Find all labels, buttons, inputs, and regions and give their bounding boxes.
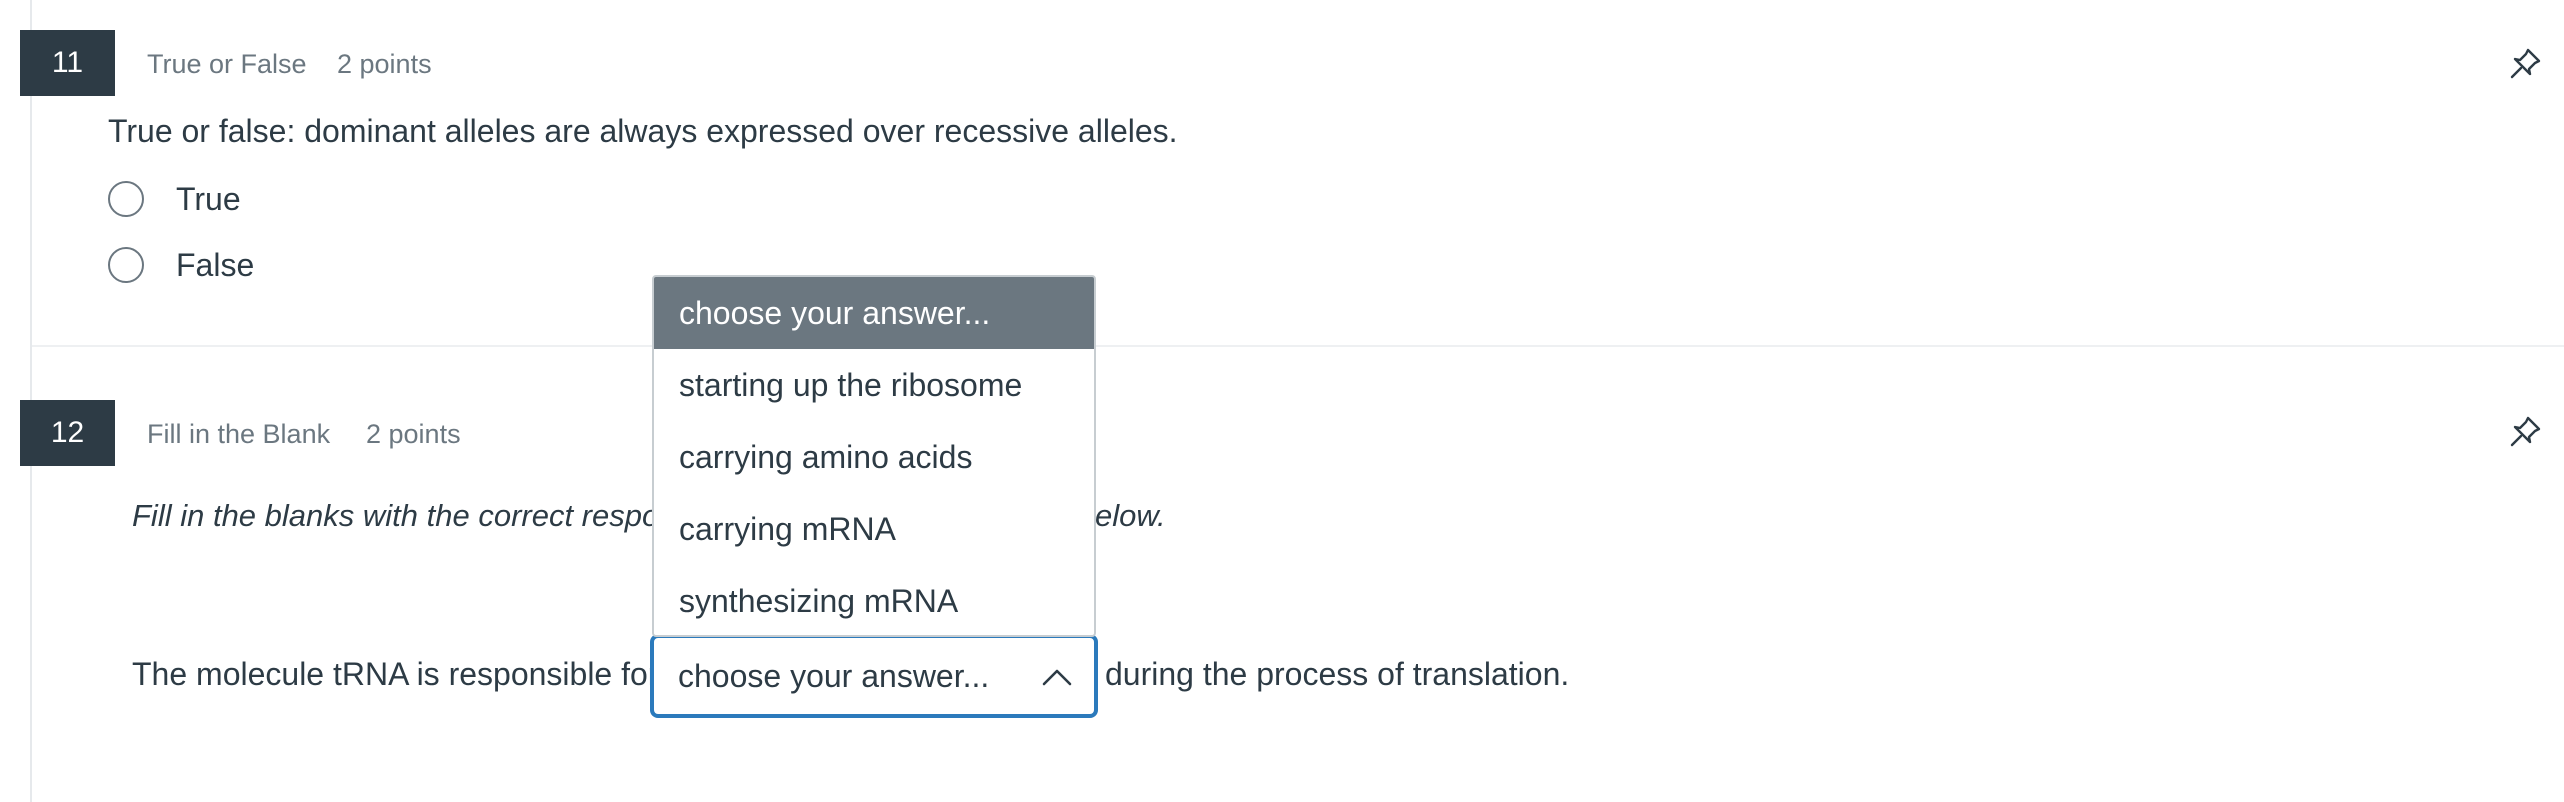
answer-option-false[interactable]: False [108,243,254,287]
radio-button[interactable] [108,247,144,283]
answer-option-true[interactable]: True [108,177,241,221]
chevron-up-icon [1042,669,1072,686]
answer-select[interactable]: choose your answer... [652,636,1096,716]
dropdown-option-placeholder[interactable]: choose your answer... [654,277,1094,349]
dropdown-option-carrying-mrna[interactable]: carrying mRNA [654,493,1094,565]
question-11-type: True or False [147,49,307,79]
sentence-after-blank: during the process of translation. [1105,656,1570,692]
quiz-page: 11 True or False 2 points True or false:… [0,0,2564,802]
question-divider [32,345,2564,347]
question-11-text: True or false: dominant alleles are alwa… [108,113,1178,149]
question-12-number: 12 [20,400,115,466]
question-12-points: 2 points [366,419,461,449]
radio-button[interactable] [108,181,144,217]
select-current-value: choose your answer... [678,658,990,694]
pin-icon[interactable] [2508,45,2544,81]
question-12-instructions: Fill in the blanks with the correct resp… [132,498,692,533]
question-12-type: Fill in the Blank [147,419,331,449]
question-11-number: 11 [20,30,115,96]
answer-label: True [176,180,241,217]
answer-dropdown-menu: choose your answer... starting up the ri… [652,275,1096,637]
answer-label: False [176,246,255,283]
question-12-instructions-end: elow. [1095,498,1166,533]
pin-icon[interactable] [2508,413,2544,449]
dropdown-option-synthesizing-mrna[interactable]: synthesizing mRNA [654,565,1094,635]
dropdown-option-carrying-amino-acids[interactable]: carrying amino acids [654,421,1094,493]
question-11-points: 2 points [337,49,432,79]
sentence-before-blank: The molecule tRNA is responsible for [132,656,659,692]
dropdown-option-starting-ribosome[interactable]: starting up the ribosome [654,349,1094,421]
